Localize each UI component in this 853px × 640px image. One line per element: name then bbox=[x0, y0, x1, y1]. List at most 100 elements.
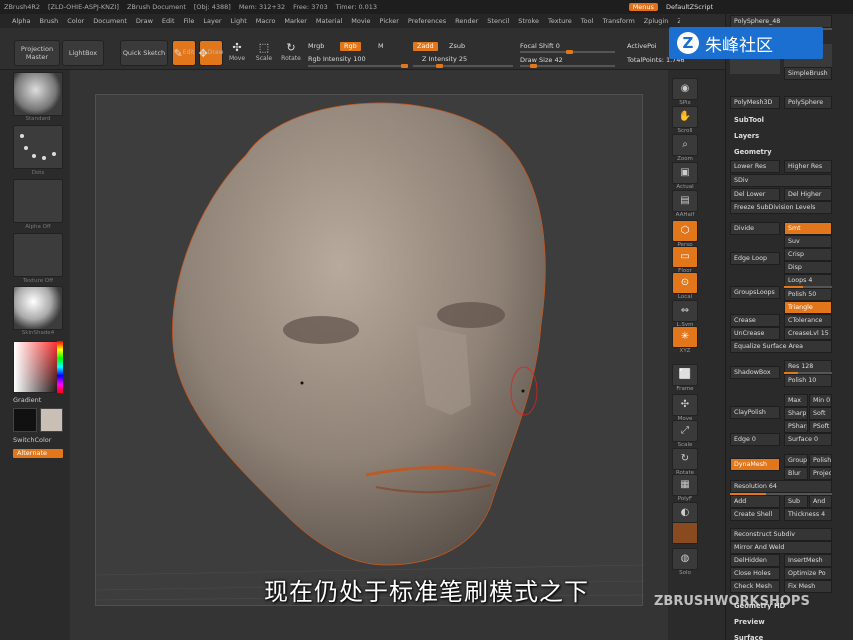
m-toggle[interactable]: M bbox=[378, 42, 384, 50]
material-swatch[interactable] bbox=[672, 522, 698, 544]
slider-knob[interactable] bbox=[530, 64, 537, 68]
menu-item-marker[interactable]: Marker bbox=[284, 17, 306, 25]
material-thumbnail[interactable] bbox=[13, 286, 63, 330]
menus-button[interactable]: Menus bbox=[628, 3, 658, 11]
spix-button[interactable]: ◉ bbox=[672, 78, 698, 100]
preview-section[interactable]: Preview bbox=[734, 618, 765, 626]
divide-button[interactable]: Divide bbox=[730, 222, 780, 235]
zadd-toggle[interactable]: Zadd bbox=[413, 42, 438, 51]
triangle-button[interactable]: Triangle bbox=[784, 301, 832, 314]
menu-item-layer[interactable]: Layer bbox=[203, 17, 221, 25]
mrgb-toggle[interactable]: Mrgb bbox=[308, 42, 324, 50]
slider-knob[interactable] bbox=[401, 64, 408, 68]
lightbox-button[interactable]: LightBox bbox=[62, 40, 104, 66]
edge-loop-button[interactable]: Edge Loop bbox=[730, 252, 780, 265]
aahalf-button[interactable]: ▤ bbox=[672, 190, 698, 212]
and-button[interactable]: And bbox=[809, 495, 832, 508]
menu-item-stroke[interactable]: Stroke bbox=[518, 17, 539, 25]
z-intensity-slider[interactable] bbox=[413, 64, 513, 68]
surface-button[interactable]: Surface 0 bbox=[784, 433, 832, 446]
polysphere2-tool[interactable]: PolySphere bbox=[784, 96, 832, 109]
lsym-button[interactable]: ⇔ bbox=[672, 300, 698, 322]
group-loops-button[interactable]: GroupsLoops bbox=[730, 286, 780, 299]
rotate-button[interactable]: ↻ Rotate bbox=[280, 40, 302, 66]
stroke-thumbnail[interactable] bbox=[13, 125, 63, 169]
rgb-intensity-slider[interactable] bbox=[308, 64, 408, 68]
brush-thumbnail[interactable] bbox=[13, 72, 63, 116]
alternate-button[interactable]: Alternate bbox=[13, 449, 63, 458]
default-zscript-button[interactable]: DefaultZScript bbox=[666, 3, 713, 11]
add-button[interactable]: Add bbox=[730, 495, 780, 508]
soft-button[interactable]: Soft bbox=[809, 407, 832, 420]
slider-knob[interactable] bbox=[436, 64, 443, 68]
reconstruct2-button[interactable]: Reconstruct Subdiv bbox=[730, 528, 832, 541]
zoom-button[interactable]: ⌕ bbox=[672, 134, 698, 156]
edit-button[interactable]: ✎ Edit bbox=[172, 40, 196, 66]
menu-item-edit[interactable]: Edit bbox=[162, 17, 175, 25]
color-picker[interactable] bbox=[13, 341, 63, 393]
crease-button[interactable]: Crease bbox=[730, 314, 780, 327]
sub-button[interactable]: Sub bbox=[784, 495, 808, 508]
actual-button[interactable]: ▣ bbox=[672, 162, 698, 184]
focal-shift-slider[interactable] bbox=[520, 50, 615, 54]
ctolerance-button[interactable]: CTolerance bbox=[784, 314, 832, 327]
suv-button[interactable]: Suv bbox=[784, 235, 832, 248]
higher-res-button[interactable]: Higher Res bbox=[784, 160, 832, 173]
draw-button[interactable]: ✥ Draw bbox=[199, 40, 223, 66]
menu-item-alpha[interactable]: Alpha bbox=[12, 17, 30, 25]
menu-item-zscript[interactable]: Zscript bbox=[677, 17, 680, 25]
mirror-weld-button[interactable]: Mirror And Weld bbox=[730, 541, 832, 554]
edge-button[interactable]: Edge 0 bbox=[730, 433, 780, 446]
menu-item-stencil[interactable]: Stencil bbox=[487, 17, 509, 25]
move-button[interactable]: ✣ Move bbox=[226, 40, 248, 66]
psharp-button[interactable]: PSharp bbox=[784, 420, 808, 433]
document-viewport[interactable] bbox=[95, 94, 645, 607]
geometry-section[interactable]: Geometry bbox=[734, 148, 772, 156]
lower-res-button[interactable]: Lower Res bbox=[730, 160, 780, 173]
crisp-button[interactable]: Crisp bbox=[784, 248, 832, 261]
sdiv-slider[interactable]: SDiv bbox=[730, 174, 832, 187]
sharp-button[interactable]: Sharp bbox=[784, 407, 808, 420]
resolution-button[interactable]: Resolution 64 bbox=[730, 480, 832, 493]
transp-button[interactable]: ◐ bbox=[672, 502, 698, 524]
scale-button[interactable]: ⤢ bbox=[672, 420, 698, 442]
menu-item-texture[interactable]: Texture bbox=[548, 17, 572, 25]
persp-button[interactable]: ⬡ bbox=[672, 220, 698, 242]
scale-button[interactable]: ⬚ Scale bbox=[253, 40, 275, 66]
menu-item-tool[interactable]: Tool bbox=[581, 17, 594, 25]
menu-item-movie[interactable]: Movie bbox=[351, 17, 370, 25]
menu-item-render[interactable]: Render bbox=[455, 17, 478, 25]
menu-item-color[interactable]: Color bbox=[67, 17, 84, 25]
sculpt-head[interactable] bbox=[95, 95, 645, 607]
rotate-button[interactable]: ↻ bbox=[672, 448, 698, 470]
menu-item-draw[interactable]: Draw bbox=[136, 17, 153, 25]
insertmesh-button[interactable]: InsertMesh bbox=[784, 554, 832, 567]
gradient-label[interactable]: Gradient bbox=[13, 396, 41, 404]
texture-thumbnail[interactable] bbox=[13, 233, 63, 277]
psoft-button[interactable]: PSoft bbox=[809, 420, 832, 433]
quick-sketch-button[interactable]: Quick Sketch bbox=[120, 40, 168, 66]
delhidden-button[interactable]: DelHidden bbox=[730, 554, 780, 567]
uncrease-button[interactable]: UnCrease bbox=[730, 327, 780, 340]
main-color-swatch[interactable] bbox=[13, 408, 37, 432]
frame-button[interactable]: ⬜ bbox=[672, 364, 698, 386]
disp-button[interactable]: Disp bbox=[784, 261, 832, 274]
del-lower-button[interactable]: Del Lower bbox=[730, 188, 780, 201]
solo-button[interactable]: ◍ bbox=[672, 548, 698, 570]
polymesh3d-tool[interactable]: PolyMesh3D bbox=[730, 96, 780, 109]
secondary-color-swatch[interactable] bbox=[40, 408, 63, 432]
del-higher-button[interactable]: Del Higher bbox=[784, 188, 832, 201]
claypolish-button[interactable]: ClayPolish bbox=[730, 406, 780, 419]
equalize-button[interactable]: Equalize Surface Area bbox=[730, 340, 832, 353]
shadowbox-button[interactable]: ShadowBox bbox=[730, 366, 780, 379]
menu-item-macro[interactable]: Macro bbox=[256, 17, 276, 25]
layers-section[interactable]: Layers bbox=[734, 132, 759, 140]
scroll-button[interactable]: ✋ bbox=[672, 106, 698, 128]
slider-knob[interactable] bbox=[566, 50, 573, 54]
polish-button[interactable]: Polish 50 bbox=[784, 288, 832, 301]
local-button[interactable]: ⊙ bbox=[672, 272, 698, 294]
menu-item-brush[interactable]: Brush bbox=[39, 17, 58, 25]
project-button[interactable]: Project bbox=[809, 467, 832, 480]
simplebrush-tool[interactable]: SimpleBrush bbox=[784, 67, 832, 80]
group-button[interactable]: Group bbox=[784, 454, 808, 467]
